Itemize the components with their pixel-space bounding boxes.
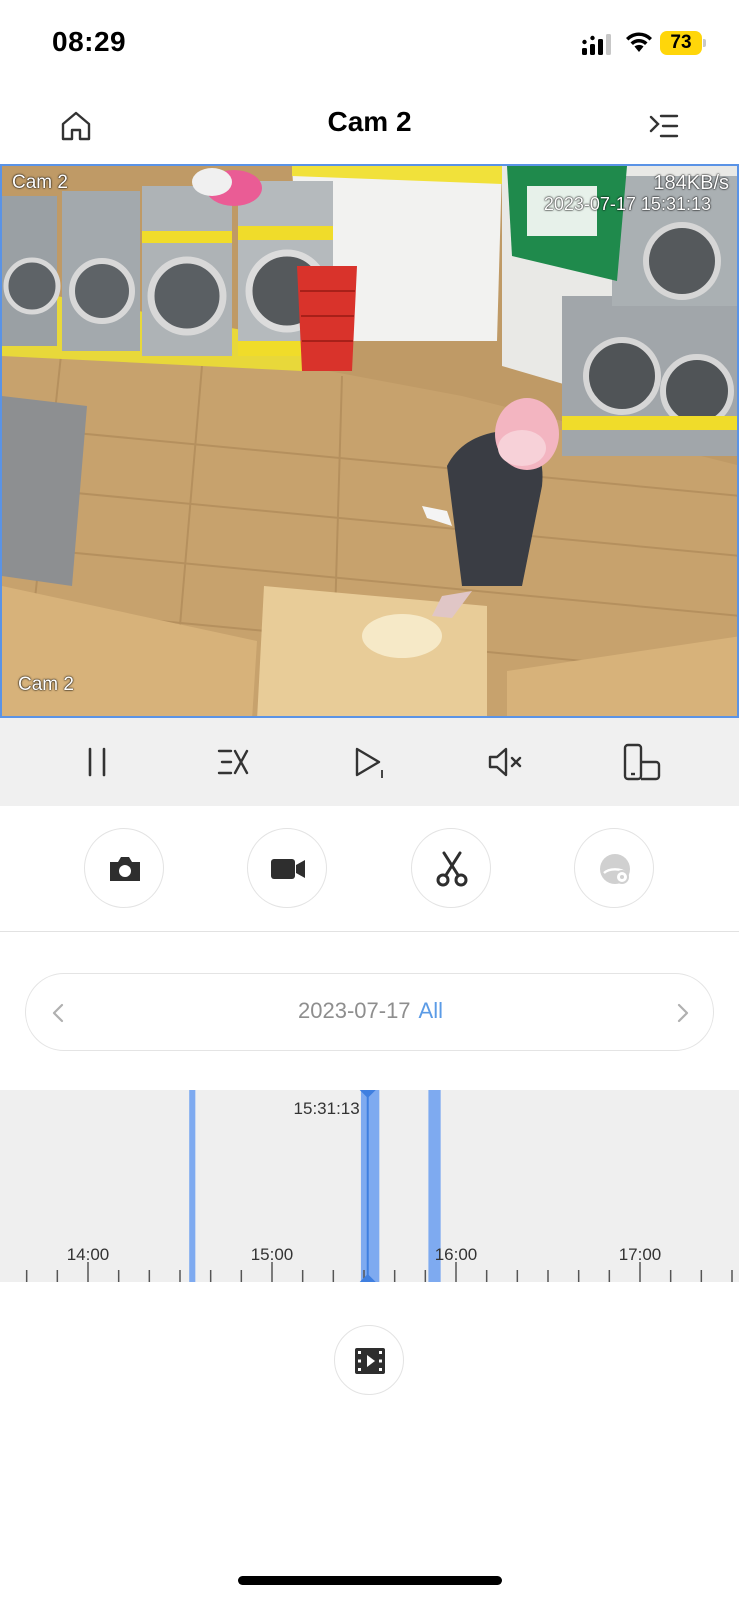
speed-icon[interactable] [211,740,255,784]
camera-feed-image [2,166,737,716]
action-buttons-row [0,806,739,932]
timeline-hour-label: 17:00 [619,1245,662,1264]
playback-controls [0,718,739,806]
video-overlay-camera-name: Cam 2 [12,172,68,193]
chevron-right-icon[interactable] [667,998,697,1028]
status-time: 08:29 [52,26,127,57]
fisheye-icon [600,854,630,884]
clip-list-icon [355,1348,385,1374]
timeline-track[interactable]: 14:00 15:00 16:00 17:00 15:31:13 [0,1090,739,1282]
video-overlay-timestamp: 2023-07-17 15:31:13 [543,194,711,214]
recording-filter[interactable]: All [419,998,443,1023]
timeline-hour-label: 16:00 [435,1245,478,1264]
signal-icon [582,34,611,55]
recording-segment[interactable] [189,1090,196,1282]
date-display: 2023-07-17 All [26,998,715,1024]
record-button[interactable] [247,828,327,908]
fisheye-button[interactable] [574,828,654,908]
wifi-icon [626,32,652,52]
mute-icon[interactable] [484,740,528,784]
date-selector: 2023-07-17 All [25,973,714,1051]
selected-date[interactable]: 2023-07-17 [298,998,411,1023]
clip-cut-button[interactable] [411,828,491,908]
page-title: Cam 2 [327,106,412,137]
scissors-icon [436,851,468,887]
frame-step-icon[interactable] [347,740,391,784]
rotate-fullscreen-icon[interactable] [620,740,664,784]
playback-timeline[interactable]: 14:00 15:00 16:00 17:00 15:31:13 [0,1090,739,1282]
home-indicator[interactable] [238,1576,502,1585]
menu-icon[interactable] [648,110,680,142]
timeline-hour-label: 14:00 [67,1245,110,1264]
video-player[interactable]: Cam 2 184KB/s 2023-07-17 15:31:13 Cam 2 [0,164,739,718]
clip-list-button[interactable] [334,1325,404,1395]
timeline-hour-label: 15:00 [251,1245,294,1264]
pause-icon[interactable] [75,740,119,784]
status-bar: 08:29 73 [0,0,739,88]
battery-level: 73 [660,31,702,55]
battery-cap [703,39,706,47]
battery-indicator: 73 [660,31,706,55]
nav-bar: Cam 2 [0,88,739,164]
video-overlay-camera-name-bottom: Cam 2 [18,674,74,695]
video-record-icon [271,859,305,879]
recording-segment[interactable] [360,1090,380,1282]
snapshot-button[interactable] [84,828,164,908]
camera-icon [110,857,140,881]
video-overlay-bitrate: 184KB/s [653,172,729,194]
timeline-cursor-time: 15:31:13 [294,1099,360,1118]
